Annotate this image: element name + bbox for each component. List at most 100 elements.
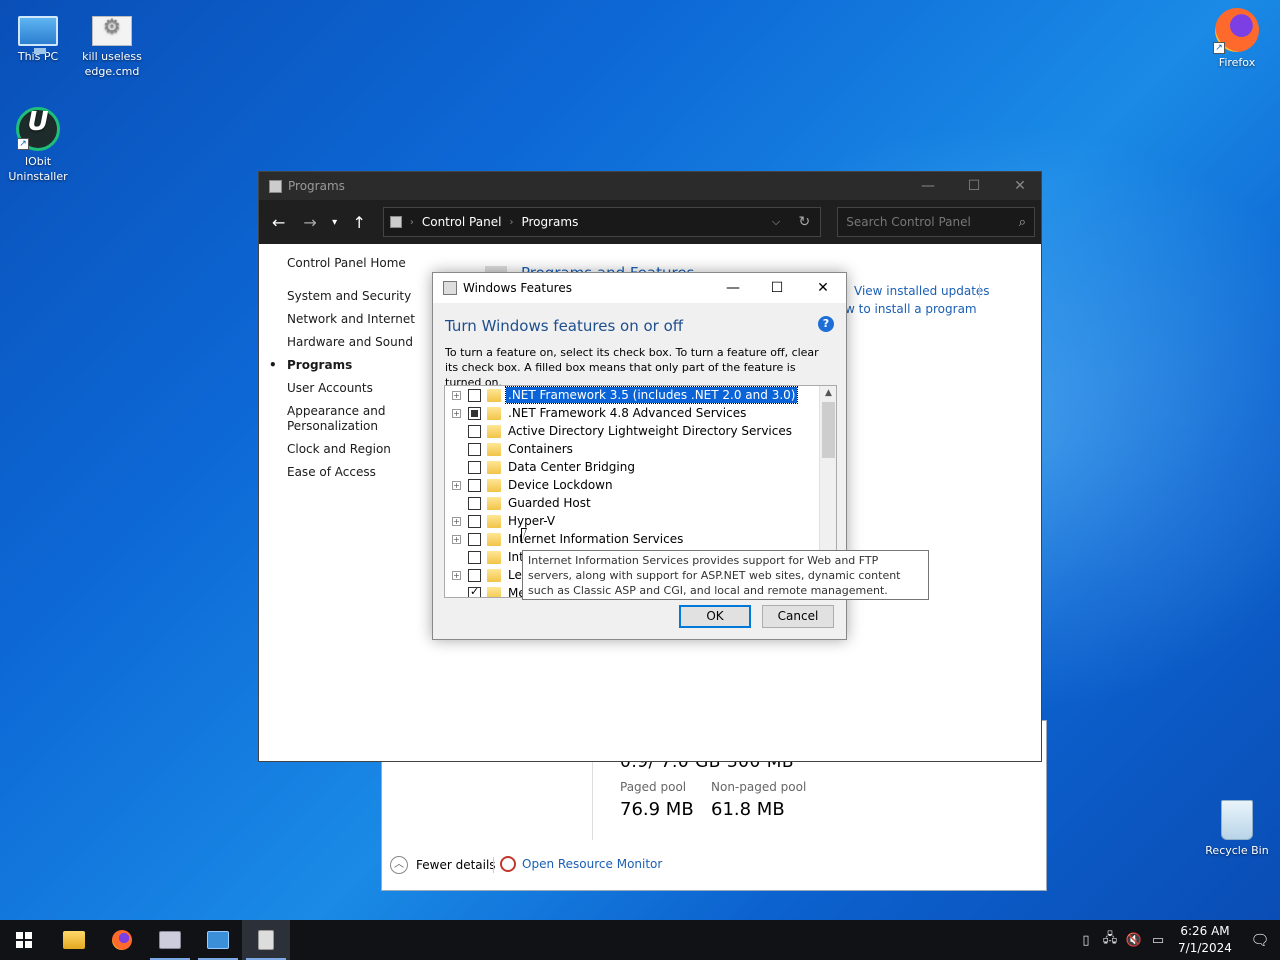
windows-features-icon	[207, 931, 229, 949]
feature-row[interactable]: Active Directory Lightweight Directory S…	[445, 422, 794, 440]
sidebar-item-clock-and-region[interactable]: Clock and Region	[287, 442, 415, 457]
notification-icon[interactable]: 🗨	[1240, 931, 1280, 949]
scroll-up-arrow-icon[interactable]: ▲	[820, 388, 836, 398]
feature-checkbox[interactable]	[468, 550, 481, 564]
view-installed-updates-link[interactable]: View installed updates	[854, 284, 990, 298]
taskbar-firefox[interactable]	[98, 920, 146, 960]
minimize-icon[interactable]: —	[905, 172, 951, 200]
sidebar-item-programs[interactable]: Programs	[269, 358, 415, 373]
refresh-icon[interactable]: ↻	[798, 214, 810, 230]
fewer-details-label: Fewer details	[416, 858, 496, 872]
computer-icon	[18, 16, 58, 54]
forward-arrow-icon[interactable]: →	[296, 213, 323, 232]
navigation-bar: ← → ▾ ↑ › Control Panel › Programs ⌵ ↻ S…	[259, 200, 1041, 244]
close-icon[interactable]: ✕	[800, 273, 846, 303]
folder-icon	[487, 532, 501, 546]
feature-checkbox[interactable]	[468, 388, 481, 402]
feature-checkbox[interactable]	[468, 514, 481, 528]
chevron-down-icon[interactable]: ⌵	[772, 215, 780, 229]
feature-row[interactable]: + Device Lockdown	[445, 476, 615, 494]
taskbar-windows-features[interactable]	[194, 920, 242, 960]
how-to-install-link[interactable]: w to install a program	[845, 302, 977, 316]
clock[interactable]: 6:26 AM 7/1/2024	[1170, 923, 1240, 957]
feature-label: .NET Framework 4.8 Advanced Services	[508, 406, 747, 420]
desktop-icon-firefox[interactable]: ↗ Firefox	[1199, 8, 1275, 70]
search-input[interactable]: Search Control Panel ⌕	[837, 207, 1036, 237]
input-indicator-icon[interactable]: ▭	[1146, 933, 1170, 948]
system-tray: ▯ 🖧 🔇 ▭ 6:26 AM 7/1/2024 🗨	[1074, 920, 1280, 960]
address-bar[interactable]: › Control Panel › Programs ⌵ ↻	[382, 207, 822, 237]
sidebar-item-ease-of-access[interactable]: Ease of Access	[287, 465, 415, 480]
feature-row[interactable]: + Internet Information Services	[445, 530, 685, 548]
expand-plus-icon[interactable]: +	[452, 390, 461, 400]
start-button[interactable]	[0, 920, 48, 960]
sidebar-item-appearance[interactable]: Appearance and Personalization	[287, 404, 387, 434]
sidebar-item-hardware-and-sound[interactable]: Hardware and Sound	[287, 335, 415, 350]
feature-checkbox[interactable]	[468, 406, 481, 420]
chevron-down-icon[interactable]: ▾	[328, 217, 342, 228]
taskbar-task-manager[interactable]	[242, 920, 290, 960]
taskbar-control-panel[interactable]	[146, 920, 194, 960]
desktop-icon-label: IObit Uninstaller	[8, 155, 68, 183]
feature-checkbox[interactable]	[468, 585, 481, 597]
clock-time: 6:26 AM	[1180, 924, 1230, 938]
folder-icon	[487, 388, 501, 402]
feature-checkbox[interactable]	[468, 460, 481, 474]
expand-plus-icon[interactable]: +	[452, 570, 461, 580]
sidebar-item-system-and-security[interactable]: System and Security	[287, 289, 415, 304]
feature-label: Device Lockdown	[508, 478, 613, 492]
feature-checkbox[interactable]	[468, 478, 481, 492]
back-arrow-icon[interactable]: ←	[265, 213, 292, 232]
usb-device-icon[interactable]: ▯	[1074, 933, 1098, 948]
feature-row[interactable]: Containers	[445, 440, 575, 458]
feature-checkbox[interactable]	[468, 424, 481, 438]
feature-row[interactable]: + .NET Framework 3.5 (includes .NET 2.0 a…	[445, 386, 799, 404]
volume-muted-icon[interactable]: 🔇	[1122, 933, 1146, 948]
sidebar-item-network-and-internet[interactable]: Network and Internet	[287, 312, 415, 327]
breadcrumb-programs[interactable]: Programs	[521, 215, 578, 229]
expand-plus-icon[interactable]: +	[452, 408, 461, 418]
ok-button[interactable]: OK	[679, 605, 751, 628]
fewer-details-button[interactable]: ︿ Fewer details	[390, 856, 496, 874]
expand-plus-icon[interactable]: +	[452, 480, 461, 490]
desktop-icon-iobit-uninstaller[interactable]: U ↗ IObit Uninstaller	[0, 107, 76, 184]
open-resource-monitor-link[interactable]: Open Resource Monitor	[500, 856, 662, 872]
feature-label: Data Center Bridging	[508, 460, 635, 474]
scrollbar-thumb[interactable]	[822, 402, 835, 458]
cancel-button[interactable]: Cancel	[762, 605, 834, 628]
feature-checkbox[interactable]	[468, 568, 481, 582]
taskbar-file-explorer[interactable]	[50, 920, 98, 960]
feature-row[interactable]: Guarded Host	[445, 494, 593, 512]
feature-label: .NET Framework 3.5 (includes .NET 2.0 an…	[504, 386, 799, 404]
desktop-icon-recycle-bin[interactable]: Recycle Bin	[1199, 800, 1275, 858]
folder-icon	[487, 478, 501, 492]
minimize-icon[interactable]: —	[710, 273, 756, 303]
close-icon[interactable]: ✕	[997, 172, 1043, 200]
expand-plus-icon[interactable]: +	[452, 516, 461, 526]
sidebar-item-control-panel-home[interactable]: Control Panel Home	[287, 256, 415, 271]
feature-row[interactable]: + .NET Framework 4.8 Advanced Services	[445, 404, 748, 422]
breadcrumb-control-panel[interactable]: Control Panel	[422, 215, 502, 229]
feature-row[interactable]: Data Center Bridging	[445, 458, 637, 476]
feature-checkbox[interactable]	[468, 496, 481, 510]
feature-row[interactable]: + Hyper-V	[445, 512, 557, 530]
sidebar-item-user-accounts[interactable]: User Accounts	[287, 381, 415, 396]
breadcrumb-separator-icon: ›	[409, 216, 414, 228]
nonpaged-pool-label: Non-paged pool	[711, 780, 807, 794]
maximize-icon[interactable]: ☐	[951, 172, 997, 200]
folder-icon	[487, 568, 501, 582]
sidebar: Control Panel Home System and Security N…	[269, 256, 415, 488]
expand-plus-icon[interactable]: +	[452, 534, 461, 544]
network-icon[interactable]: 🖧	[1098, 929, 1122, 951]
dialog-title-bar: Windows Features — ☐ ✕	[433, 273, 846, 303]
desktop-icon-kill-useless-edge[interactable]: kill useless edge.cmd	[74, 8, 150, 79]
feature-checkbox[interactable]	[468, 532, 481, 546]
maximize-icon[interactable]: ☐	[754, 273, 800, 303]
folder-icon	[487, 460, 501, 474]
desktop-icon-this-pc[interactable]: This PC	[0, 8, 76, 64]
help-icon[interactable]: ?	[818, 316, 834, 332]
task-manager-icon	[258, 930, 274, 950]
feature-checkbox[interactable]	[468, 442, 481, 456]
control-panel-icon	[159, 931, 181, 949]
up-arrow-icon[interactable]: ↑	[345, 213, 372, 232]
